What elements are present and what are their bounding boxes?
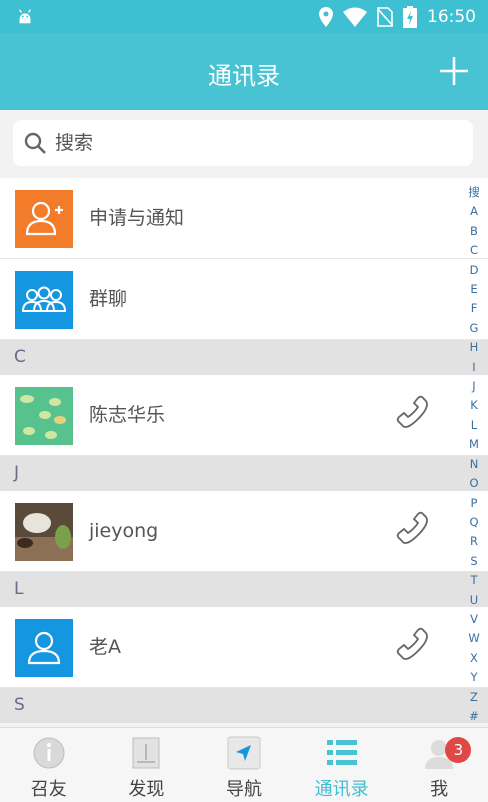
tab-navigation[interactable]: 导航 <box>195 728 293 802</box>
index-letter[interactable]: N <box>460 455 488 474</box>
index-letter[interactable]: Q <box>460 513 488 532</box>
list-item-label: 群聊 <box>89 288 128 310</box>
battery-charging-icon <box>403 6 417 28</box>
no-sim-icon <box>377 7 393 27</box>
contact-name: 陈志华乐 <box>89 404 166 426</box>
tab-label: 召友 <box>30 779 67 800</box>
index-letter[interactable]: B <box>460 222 488 241</box>
contact-row[interactable]: 老A <box>0 607 488 688</box>
location-icon <box>319 7 333 27</box>
search-icon <box>24 132 46 154</box>
section-header-s: S <box>0 688 488 723</box>
tab-label: 通讯录 <box>314 779 369 800</box>
index-letter[interactable]: L <box>460 416 488 435</box>
add-person-icon <box>15 190 73 248</box>
phone-icon[interactable] <box>396 395 432 431</box>
tab-discover[interactable]: 发现 <box>98 728 196 802</box>
section-header-l: L <box>0 572 488 607</box>
index-letter[interactable]: K <box>460 396 488 415</box>
contact-row[interactable]: jieyong <box>0 491 488 572</box>
section-header-j: J <box>0 456 488 491</box>
contact-name: jieyong <box>89 520 159 542</box>
contact-name: 老A <box>89 636 121 658</box>
index-letter[interactable]: T <box>460 571 488 590</box>
android-icon <box>19 9 31 24</box>
index-letter[interactable]: I <box>460 358 488 377</box>
contact-list: 申请与通知 群聊 C 陈志华乐 J jieyong L 老A S <box>0 178 488 723</box>
contact-avatar-image <box>15 503 73 561</box>
index-letter[interactable]: F <box>460 299 488 318</box>
index-letter[interactable]: Z <box>460 688 488 707</box>
plus-icon[interactable] <box>438 55 470 87</box>
index-letter[interactable]: H <box>460 338 488 357</box>
index-letter[interactable]: X <box>460 649 488 668</box>
index-letter[interactable]: E <box>460 280 488 299</box>
wifi-icon <box>343 7 367 27</box>
discover-icon <box>132 737 160 769</box>
index-letter[interactable]: V <box>460 610 488 629</box>
navigation-icon <box>227 736 261 770</box>
list-item-requests[interactable]: 申请与通知 <box>0 178 488 259</box>
index-letter[interactable]: M <box>460 435 488 454</box>
search-area <box>0 110 488 178</box>
index-letter[interactable]: S <box>460 552 488 571</box>
index-letter[interactable]: P <box>460 494 488 513</box>
tab-label: 发现 <box>128 779 165 800</box>
index-letter[interactable]: U <box>460 591 488 610</box>
search-input[interactable] <box>53 131 437 155</box>
index-letter[interactable]: W <box>460 629 488 648</box>
tab-recruit[interactable]: 召友 <box>0 728 98 802</box>
search-box[interactable] <box>13 120 473 166</box>
list-item-label: 申请与通知 <box>89 207 185 229</box>
section-header-c: C <box>0 340 488 375</box>
index-letter[interactable]: J <box>460 377 488 396</box>
notification-badge: 3 <box>445 737 472 763</box>
tab-contacts[interactable]: 通讯录 <box>293 728 391 802</box>
contact-avatar-image <box>15 387 73 445</box>
status-time: 16:50 <box>427 7 476 27</box>
index-letter[interactable]: G <box>460 319 488 338</box>
alphabet-index[interactable]: 搜 A B C D E F G H I J K L M N O P Q R S T U V W X Y Z # <box>460 183 488 726</box>
index-letter[interactable]: A <box>460 202 488 221</box>
status-bar: 16:50 <box>0 0 488 33</box>
tab-me[interactable]: 3 我 <box>390 728 488 802</box>
group-icon <box>15 271 73 329</box>
contacts-list-icon <box>326 740 357 765</box>
index-letter[interactable]: Y <box>460 668 488 687</box>
index-letter[interactable]: 搜 <box>460 183 488 202</box>
phone-icon[interactable] <box>396 627 432 663</box>
index-letter[interactable]: D <box>460 261 488 280</box>
info-circle-icon <box>33 737 65 769</box>
tab-label: 我 <box>430 779 449 800</box>
phone-icon[interactable] <box>396 511 432 547</box>
contact-row[interactable]: 陈志华乐 <box>0 375 488 456</box>
list-item-group-chat[interactable]: 群聊 <box>0 259 488 340</box>
index-letter[interactable]: # <box>460 707 488 726</box>
page-title: 通讯录 <box>208 62 280 90</box>
tab-label: 导航 <box>225 779 262 800</box>
app-header: 通讯录 <box>0 33 488 110</box>
bottom-tab-bar: 召友 发现 导航 通讯录 3 我 <box>0 727 488 802</box>
index-letter[interactable]: C <box>460 241 488 260</box>
index-letter[interactable]: R <box>460 532 488 551</box>
index-letter[interactable]: O <box>460 474 488 493</box>
person-icon <box>15 619 73 677</box>
